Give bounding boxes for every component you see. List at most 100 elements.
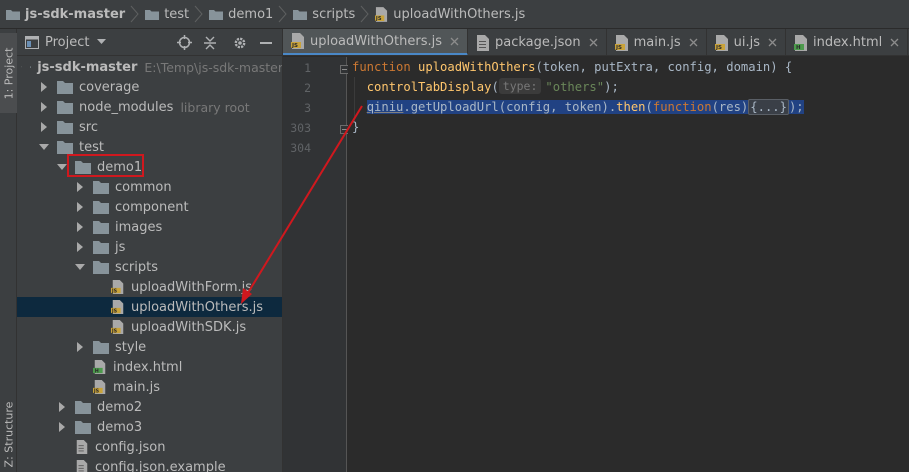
expanded-arrow-icon[interactable]	[57, 162, 67, 172]
function-name: uploadWithOthers	[418, 60, 536, 74]
structure-tool-label: Z: Structure	[2, 401, 16, 468]
breadcrumb-item-test[interactable]: test	[145, 0, 190, 28]
code-text: );	[604, 80, 619, 94]
folder-icon	[209, 9, 224, 20]
function-call: controlTabDisplay	[366, 80, 492, 94]
code-text: (token, putExtra, config, domain) {	[535, 60, 793, 74]
code-text: (res)	[711, 100, 749, 114]
tab-package-json[interactable]: package.json	[468, 29, 607, 55]
tab-project-tool[interactable]: 1: Project	[0, 33, 17, 113]
breadcrumb-label: js-sdk-master	[25, 6, 126, 22]
text-file-icon	[76, 460, 88, 472]
svg-text:H: H	[95, 368, 99, 374]
collapsed-arrow-icon[interactable]	[75, 202, 85, 212]
close-icon[interactable]	[589, 38, 598, 47]
tool-window-stripe: 1: Project Z: Structure	[0, 29, 17, 472]
tree-item-label: main.js	[113, 379, 160, 395]
expanded-arrow-icon[interactable]	[75, 262, 85, 272]
tree-item-test[interactable]: test	[17, 137, 282, 157]
html-file-icon: H	[793, 34, 807, 51]
expanded-arrow-icon[interactable]	[39, 142, 49, 152]
breadcrumb-item-root[interactable]: js-sdk-master	[6, 0, 126, 28]
breadcrumb-item-demo1[interactable]: demo1	[209, 0, 273, 28]
svg-text:H: H	[796, 45, 801, 51]
collapsed-arrow-icon[interactable]	[57, 422, 67, 432]
tree-item-index-html[interactable]: H index.html	[17, 357, 282, 377]
svg-text:JS: JS	[615, 45, 622, 51]
chevron-right-icon	[130, 5, 139, 23]
breadcrumb-item-file[interactable]: JS uploadWithOthers.js	[375, 0, 525, 28]
code-line-4: }	[352, 117, 359, 137]
tree-item-node-modules[interactable]: node_modules library root	[17, 97, 282, 117]
json-file-icon	[477, 34, 489, 51]
tab-ui-js[interactable]: JS ui.js	[707, 29, 786, 55]
collapsed-arrow-icon[interactable]	[39, 102, 49, 112]
tree-item-coverage[interactable]: coverage	[17, 77, 282, 97]
tree-item-label: uploadWithSDK.js	[131, 319, 247, 335]
code-editor[interactable]: function uploadWithOthers(token, putExtr…	[348, 57, 909, 472]
hide-panel-button[interactable]	[256, 33, 276, 53]
breadcrumb-item-scripts[interactable]: scripts	[293, 0, 355, 28]
folder-icon	[75, 401, 91, 414]
tree-item-component[interactable]: component	[17, 197, 282, 217]
tree-item-style[interactable]: style	[17, 337, 282, 357]
code-line-2: controlTabDisplay(type: "others");	[352, 77, 619, 97]
close-icon[interactable]	[689, 38, 698, 47]
tree-item-src[interactable]: src	[17, 117, 282, 137]
tree-item-upload-with-form[interactable]: JS uploadWithForm.js	[17, 277, 282, 297]
folded-region[interactable]: {...}	[748, 99, 789, 115]
chevron-down-icon[interactable]	[97, 39, 107, 45]
svg-text:JS: JS	[93, 388, 100, 394]
close-icon[interactable]	[768, 38, 777, 47]
breadcrumb-label: test	[164, 6, 190, 22]
line-number: 3	[304, 101, 311, 115]
project-tree: js-sdk-master E:\Temp\js-sdk-master cove…	[17, 57, 282, 472]
tree-item-js[interactable]: js	[17, 237, 282, 257]
minimize-icon	[260, 41, 272, 44]
folder-icon	[93, 221, 109, 234]
tree-item-label: src	[79, 119, 98, 135]
chevron-right-icon	[278, 5, 287, 23]
tree-item-label: uploadWithOthers.js	[131, 299, 263, 315]
tab-structure-tool[interactable]: Z: Structure	[0, 397, 17, 472]
close-icon[interactable]	[450, 37, 459, 46]
close-icon[interactable]	[890, 38, 899, 47]
folder-icon	[93, 181, 109, 194]
tree-item-upload-with-sdk[interactable]: JS uploadWithSDK.js	[17, 317, 282, 337]
tab-index-html[interactable]: H index.html	[786, 29, 909, 55]
chevron-right-icon	[194, 5, 203, 23]
locate-file-button[interactable]	[174, 33, 194, 53]
collapsed-arrow-icon[interactable]	[75, 342, 85, 352]
tree-item-main-js[interactable]: JS main.js	[17, 377, 282, 397]
tree-item-common[interactable]: common	[17, 177, 282, 197]
collapsed-arrow-icon[interactable]	[57, 402, 67, 412]
collapsed-arrow-icon[interactable]	[39, 82, 49, 92]
tree-item-scripts[interactable]: scripts	[17, 257, 282, 277]
expanded-arrow-icon[interactable]	[21, 62, 22, 72]
settings-button[interactable]	[230, 33, 250, 53]
tree-item-root[interactable]: js-sdk-master E:\Temp\js-sdk-master	[17, 57, 282, 77]
tree-item-label: demo2	[97, 399, 143, 415]
collapsed-arrow-icon[interactable]	[39, 122, 49, 132]
collapsed-arrow-icon[interactable]	[75, 182, 85, 192]
js-file-icon: JS	[614, 34, 628, 51]
keyword-function: function	[352, 60, 411, 74]
tree-item-demo2[interactable]: demo2	[17, 397, 282, 417]
tab-upload-with-others[interactable]: JS uploadWithOthers.js	[283, 29, 468, 55]
tree-item-upload-with-others[interactable]: JS uploadWithOthers.js	[17, 297, 282, 317]
collapse-all-button[interactable]	[200, 33, 220, 53]
tree-item-demo3[interactable]: demo3	[17, 417, 282, 437]
collapsed-arrow-icon[interactable]	[75, 222, 85, 232]
code-text: .getUploadUrl(config, token).	[403, 100, 617, 114]
tree-item-label: node_modules	[79, 99, 174, 115]
tree-item-images[interactable]: images	[17, 217, 282, 237]
folder-icon	[93, 261, 109, 274]
folder-icon	[93, 201, 109, 214]
tree-item-config-json[interactable]: config.json	[17, 437, 282, 457]
js-file-icon: JS	[111, 280, 124, 294]
collapsed-arrow-icon[interactable]	[75, 242, 85, 252]
folder-icon	[57, 101, 73, 114]
tree-item-demo1[interactable]: demo1	[17, 157, 282, 177]
tree-item-config-json-example[interactable]: config.json.example	[17, 457, 282, 472]
tab-main-js[interactable]: JS main.js	[607, 29, 707, 55]
